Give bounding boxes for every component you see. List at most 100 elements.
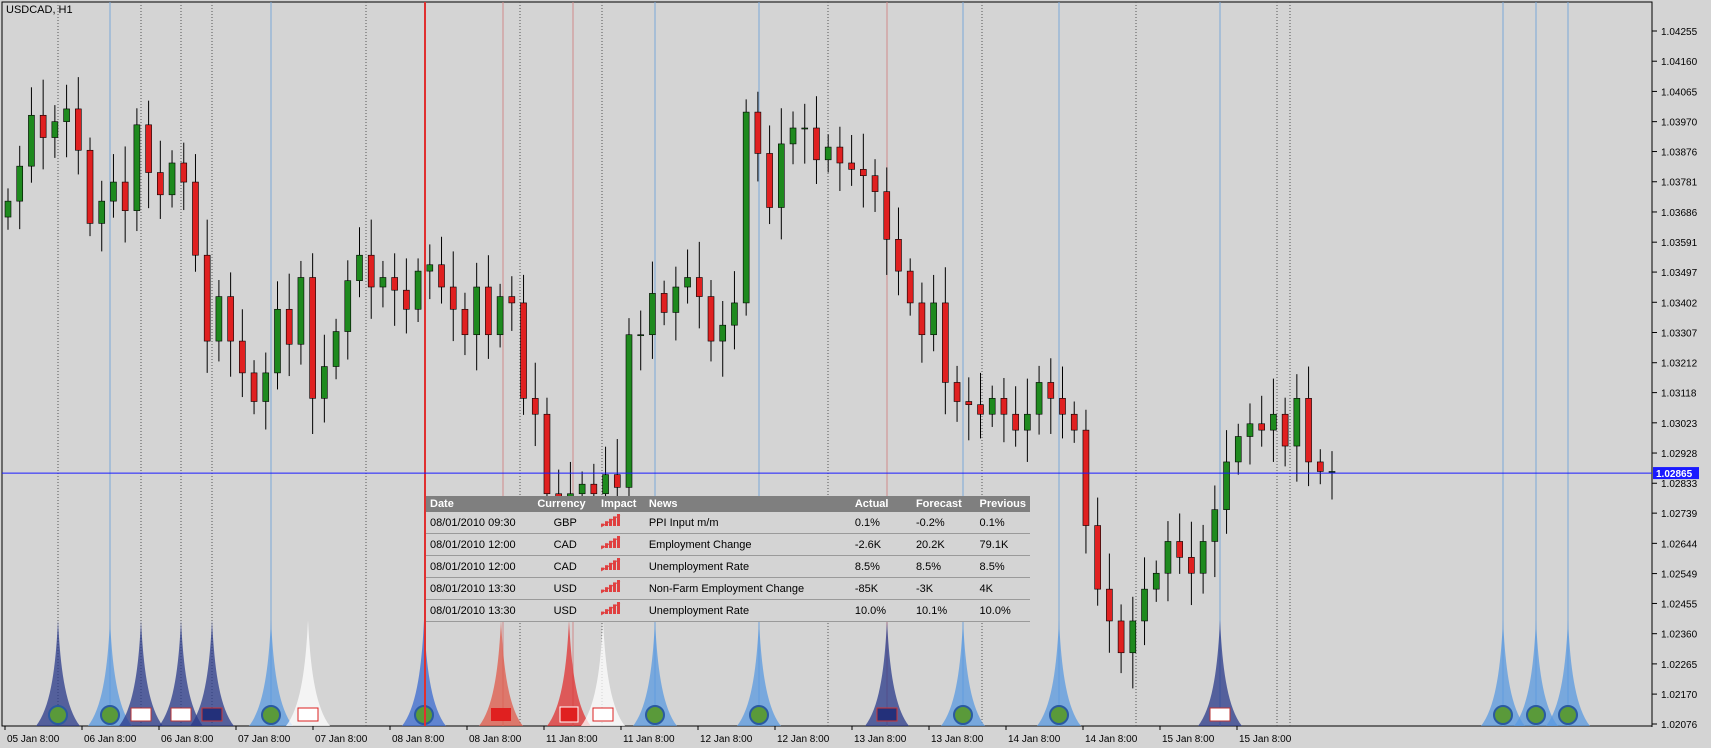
globe-icon xyxy=(749,705,769,725)
swiss-flag-icon xyxy=(559,706,579,723)
candle-body xyxy=(848,162,855,170)
candle-body xyxy=(1246,423,1254,437)
candle-body xyxy=(1270,413,1277,431)
candle-body xyxy=(660,293,668,313)
news-previous: 4K xyxy=(975,577,1030,600)
candle-body xyxy=(332,331,340,367)
y-tick-label: 1.03591 xyxy=(1661,238,1698,249)
news-forecast: 20.2K xyxy=(911,533,976,556)
candle-body xyxy=(16,165,24,202)
candle-body xyxy=(1199,541,1207,574)
high-impact-icon xyxy=(600,536,621,553)
candle-body xyxy=(1223,461,1230,510)
x-tick-label: 13 Jan 8:00 xyxy=(931,734,984,745)
header-previous: Previous xyxy=(975,496,1030,512)
candle-body xyxy=(250,372,258,402)
header-actual: Actual xyxy=(850,496,912,512)
y-tick-label: 1.02928 xyxy=(1661,449,1698,460)
candle-body xyxy=(391,277,398,291)
news-row[interactable]: 08/01/2010 12:00 CAD Unemployment Rate 8… xyxy=(426,555,1030,578)
candle-body xyxy=(297,277,305,345)
globe-icon xyxy=(1493,705,1513,725)
candle-body xyxy=(1328,471,1336,473)
candle-body xyxy=(1070,413,1078,431)
news-row[interactable]: 08/01/2010 12:00 CAD Employment Change -… xyxy=(426,533,1030,556)
globe-icon xyxy=(100,705,120,725)
candle-body xyxy=(39,114,47,138)
candle-body xyxy=(942,302,949,383)
candle-body xyxy=(649,293,656,336)
candle-body xyxy=(543,413,551,495)
news-actual: 0.1% xyxy=(850,512,912,534)
news-date: 08/01/2010 09:30 xyxy=(426,512,534,534)
candle-body xyxy=(1316,461,1324,472)
news-row[interactable]: 08/01/2010 13:30 USD Non-Farm Employment… xyxy=(426,577,1030,600)
x-tick-label: 13 Jan 8:00 xyxy=(854,734,907,745)
header-forecast: Forecast xyxy=(911,496,976,512)
x-tick-label: 15 Jan 8:00 xyxy=(1162,734,1215,745)
y-tick-label: 1.03402 xyxy=(1661,298,1698,309)
news-actual: 8.5% xyxy=(850,555,912,578)
candle-body xyxy=(1059,398,1066,415)
candle-body xyxy=(637,334,645,337)
y-tick-label: 1.02833 xyxy=(1661,479,1698,490)
y-tick-label: 1.02076 xyxy=(1661,720,1698,731)
x-tick-label: 07 Jan 8:00 xyxy=(238,734,291,745)
news-title: Employment Change xyxy=(644,533,851,556)
news-actual: -85K xyxy=(850,577,912,600)
price-chart[interactable]: 1.04255 1.04160 1.04065 1.03970 1.03876 1.037… xyxy=(0,0,1711,748)
candle-body xyxy=(28,114,35,167)
x-tick-label: 11 Jan 8:00 xyxy=(623,734,675,745)
candle-body xyxy=(473,286,480,336)
candle-body xyxy=(1258,423,1265,431)
candle-body xyxy=(684,277,691,288)
news-forecast: -0.2% xyxy=(911,512,976,534)
candle-body xyxy=(824,146,832,161)
current-price-label: 1.02865 xyxy=(1656,469,1693,480)
candle-body xyxy=(578,483,586,495)
candle-body xyxy=(192,181,199,256)
y-tick-label: 1.03876 xyxy=(1661,148,1698,159)
candle-body xyxy=(977,404,984,415)
canada-flag-icon xyxy=(592,707,614,722)
candle-body xyxy=(485,286,492,336)
candle-body xyxy=(367,254,375,288)
candle-body xyxy=(1129,620,1137,654)
news-date: 08/01/2010 13:30 xyxy=(426,599,534,622)
news-title: PPI Input m/m xyxy=(644,512,851,534)
candle-body xyxy=(321,366,328,399)
candle-body xyxy=(51,121,59,138)
y-tick-label: 1.02360 xyxy=(1661,630,1698,641)
candle-body xyxy=(930,302,937,336)
candle-body xyxy=(4,200,12,218)
usa-flag-icon xyxy=(1209,707,1231,722)
news-previous: 0.1% xyxy=(975,512,1030,534)
candle-body xyxy=(168,162,176,196)
candle-body xyxy=(309,277,316,399)
y-tick-label: 1.02739 xyxy=(1661,509,1698,520)
candle-body xyxy=(988,398,996,415)
news-impact xyxy=(597,555,645,578)
globe-icon xyxy=(261,705,281,725)
candle-body xyxy=(766,153,773,208)
candle-body xyxy=(438,264,445,288)
usa-flag-icon xyxy=(170,707,192,722)
news-currency: GBP xyxy=(533,512,598,534)
news-row[interactable]: 08/01/2010 09:30 GBP PPI Input m/m 0.1% … xyxy=(426,512,1030,534)
y-tick-label: 1.02549 xyxy=(1661,570,1698,581)
y-tick-label: 1.03781 xyxy=(1661,178,1698,189)
candle-body xyxy=(1305,398,1312,463)
x-tick-label: 15 Jan 8:00 xyxy=(1239,734,1292,745)
candle-body xyxy=(789,127,797,145)
candle-body xyxy=(1211,509,1219,542)
news-currency: CAD xyxy=(533,533,598,556)
canada-flag-icon xyxy=(297,707,319,722)
news-row[interactable]: 08/01/2010 13:30 USD Unemployment Rate 1… xyxy=(426,599,1030,622)
y-tick-label: 1.03118 xyxy=(1661,389,1697,400)
candle-body xyxy=(1106,588,1113,622)
globe-icon xyxy=(1526,705,1546,725)
y-tick-label: 1.03686 xyxy=(1661,208,1698,219)
high-impact-icon xyxy=(600,602,621,619)
x-tick-label: 14 Jan 8:00 xyxy=(1085,734,1138,745)
y-tick-label: 1.02455 xyxy=(1661,599,1698,610)
